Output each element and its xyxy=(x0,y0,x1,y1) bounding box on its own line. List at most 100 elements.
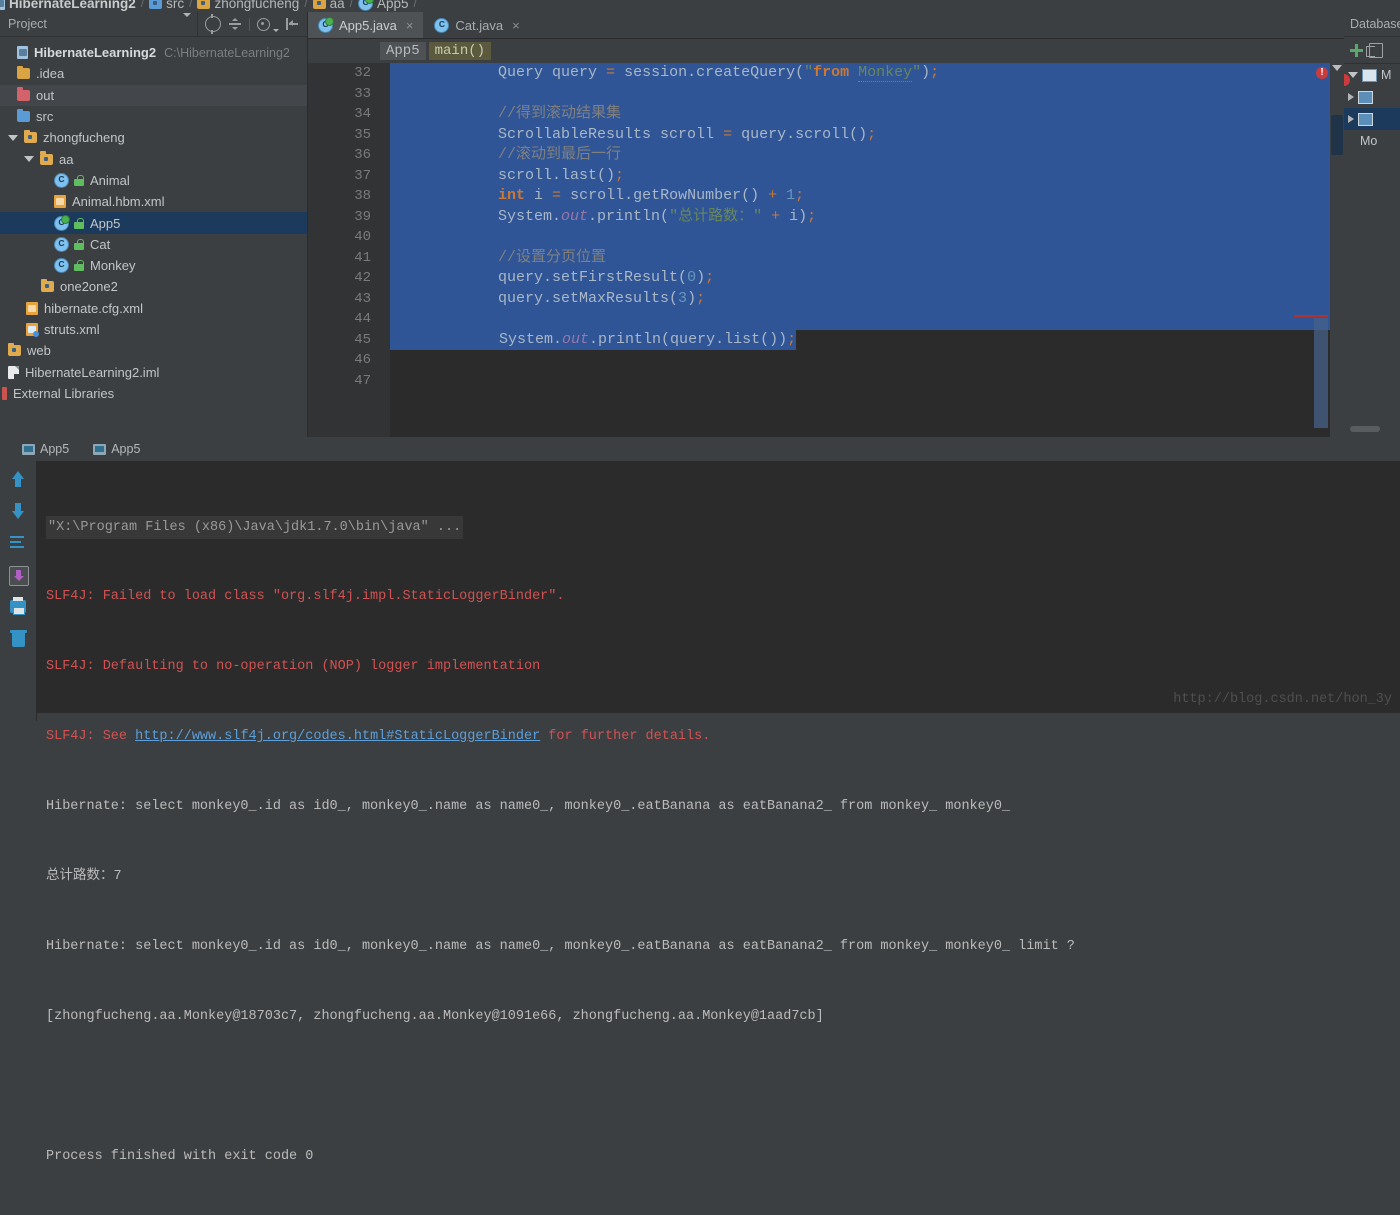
tree-item-label: zhongfucheng xyxy=(43,130,125,146)
print-icon[interactable] xyxy=(8,597,28,617)
breadcrumb-item-aa[interactable]: aa xyxy=(312,0,345,11)
error-stripe-mark[interactable] xyxy=(1294,315,1328,317)
arrow-up-icon[interactable] xyxy=(8,469,28,489)
tree-item-label: web xyxy=(27,343,51,359)
code-line-40[interactable] xyxy=(390,227,1344,248)
code-viewport: 32 33 34 35 36 37 38 39 40 41 42 43 44 4… xyxy=(308,63,1344,438)
code-line-44[interactable] xyxy=(390,309,1344,330)
code-line-37[interactable]: scroll.last(); xyxy=(390,165,1344,186)
console-line-hibernate-2: Hibernate: select monkey0_.id as id0_, m… xyxy=(46,938,1075,954)
breadcrumb-separator: / xyxy=(304,0,308,10)
code-text[interactable]: Query query = session.createQuery("from … xyxy=(390,63,1344,438)
add-icon[interactable] xyxy=(1350,43,1363,57)
arrow-down-icon[interactable] xyxy=(8,501,28,521)
tree-item-struts-xml[interactable]: struts.xml xyxy=(0,319,307,340)
editor-tab-cat[interactable]: C Cat.java × xyxy=(424,12,531,38)
code-line-36[interactable]: //滚动到最后一行 xyxy=(390,145,1344,166)
twisty-collapsed-icon[interactable] xyxy=(1348,93,1354,101)
fold-gutter[interactable] xyxy=(380,63,390,438)
run-tab-app5-1[interactable]: App5 xyxy=(12,440,79,458)
file-icon xyxy=(8,365,19,379)
database-row-datasource[interactable]: M xyxy=(1344,64,1400,86)
tree-item-external-libraries[interactable]: External Libraries xyxy=(0,383,307,404)
code-line-34[interactable]: //得到滚动结果集 xyxy=(390,104,1344,125)
tree-item-animal[interactable]: C Animal xyxy=(0,170,307,191)
code-line-42[interactable]: query.setFirstResult(0); xyxy=(390,268,1344,289)
hide-panel-icon[interactable] xyxy=(286,17,300,31)
code-line-41[interactable]: //设置分页位置 xyxy=(390,247,1344,268)
console-line-count: 总计路数：7 xyxy=(46,869,122,885)
code-line-35[interactable]: ScrollableResults scroll = query.scroll(… xyxy=(390,124,1344,145)
breadcrumb-item-app5[interactable]: C App5 xyxy=(358,0,409,11)
code-line-47[interactable] xyxy=(390,371,1344,392)
run-tab-app5-2[interactable]: App5 xyxy=(83,440,150,458)
code-line-45[interactable]: System.out.println(query.list()); xyxy=(390,329,1344,350)
line-number: 43 xyxy=(354,290,371,307)
tree-item-zhongfucheng[interactable]: zhongfucheng xyxy=(0,127,307,148)
locate-icon[interactable] xyxy=(205,14,221,34)
database-panel-title: Database xyxy=(1344,12,1400,37)
scrollbar-thumb-track[interactable] xyxy=(1331,115,1343,155)
breadcrumb-method-chip[interactable]: main() xyxy=(428,42,492,60)
twisty-expanded-icon[interactable] xyxy=(22,156,35,163)
editor-scrollbar[interactable] xyxy=(1330,63,1344,438)
tree-item-module[interactable]: HibernateLearning2 C:\HibernateLearning2 xyxy=(0,42,307,63)
code-line-38[interactable]: int i = scroll.getRowNumber() + 1; xyxy=(390,186,1344,207)
tree-item-cat[interactable]: C Cat xyxy=(0,234,307,255)
scrollbar-thumb[interactable] xyxy=(1314,318,1328,428)
chevron-down-icon[interactable] xyxy=(183,12,191,32)
breadcrumb-item-module[interactable]: HibernateLearning2 xyxy=(0,0,136,11)
chevron-down-icon[interactable] xyxy=(273,29,279,32)
tree-item-animal-hbm-xml[interactable]: Animal.hbm.xml xyxy=(0,191,307,212)
tree-item-label: External Libraries xyxy=(13,385,115,401)
error-stripe-badge[interactable]: ! xyxy=(1316,67,1328,79)
package-icon xyxy=(40,151,53,165)
breadcrumb-item-zhongfucheng[interactable]: zhongfucheng xyxy=(197,0,299,11)
console-icon xyxy=(93,443,107,455)
tree-item-aa[interactable]: aa xyxy=(0,148,307,169)
console-toolbar xyxy=(0,461,37,721)
tree-item-one2one2[interactable]: one2one2 xyxy=(0,276,307,297)
database-row-table-2[interactable] xyxy=(1344,108,1400,130)
project-tree: HibernateLearning2 C:\HibernateLearning2… xyxy=(0,37,307,404)
tree-item-label: .idea xyxy=(36,66,65,82)
tree-item-hibernate-cfg-xml[interactable]: hibernate.cfg.xml xyxy=(0,298,307,319)
editor-tab-app5[interactable]: C App5.java × xyxy=(308,12,425,38)
code-line-33[interactable] xyxy=(390,83,1344,104)
console-line-list: [zhongfucheng.aa.Monkey@18703c7, zhongfu… xyxy=(46,1008,824,1024)
code-line-32[interactable]: Query query = session.createQuery("from … xyxy=(390,63,1344,84)
database-row-column[interactable]: Mo xyxy=(1344,130,1400,152)
code-line-43[interactable]: query.setMaxResults(3); xyxy=(390,288,1344,309)
tree-item-idea[interactable]: .idea xyxy=(0,63,307,84)
horizontal-scrollbar-thumb[interactable] xyxy=(1350,426,1380,432)
console-link[interactable]: http://www.slf4j.org/codes.html#StaticLo… xyxy=(135,729,540,744)
tree-item-src[interactable]: src xyxy=(0,106,307,127)
collapse-all-icon[interactable] xyxy=(228,17,242,31)
close-icon[interactable]: × xyxy=(512,18,520,33)
tree-item-iml[interactable]: HibernateLearning2.iml xyxy=(0,361,307,382)
chevron-down-icon[interactable] xyxy=(1332,65,1342,71)
breadcrumb-label: src xyxy=(166,0,185,11)
tree-item-app5[interactable]: C App5 xyxy=(0,212,307,234)
code-line-39[interactable]: System.out.println("总计路数：" + i); xyxy=(390,206,1344,227)
package-icon xyxy=(41,278,54,293)
breadcrumb-class-chip[interactable]: App5 xyxy=(380,42,426,60)
tree-item-monkey[interactable]: C Monkey xyxy=(0,255,307,276)
console-output[interactable]: "X:\Program Files (x86)\Java\jdk1.7.0\bi… xyxy=(36,461,1400,1164)
copy-icon[interactable] xyxy=(1366,42,1383,58)
tree-item-web[interactable]: web xyxy=(0,340,307,361)
soft-wrap-icon[interactable] xyxy=(8,533,28,553)
twisty-expanded-icon[interactable] xyxy=(6,134,19,141)
tree-item-out[interactable]: out xyxy=(0,84,307,106)
breadcrumb-item-src[interactable]: src xyxy=(149,0,184,11)
class-icon: C xyxy=(434,17,450,33)
close-icon[interactable]: × xyxy=(406,18,414,33)
scroll-to-end-icon[interactable] xyxy=(8,565,29,586)
editor-tab-bar: C App5.java × C Cat.java × xyxy=(308,12,1344,39)
settings-gear-icon[interactable] xyxy=(257,17,270,31)
clear-all-icon[interactable] xyxy=(8,629,28,649)
tree-item-label: out xyxy=(36,87,55,103)
database-row-table-1[interactable] xyxy=(1344,86,1400,108)
twisty-collapsed-icon[interactable] xyxy=(1348,115,1354,123)
code-line-46[interactable] xyxy=(390,350,1344,371)
